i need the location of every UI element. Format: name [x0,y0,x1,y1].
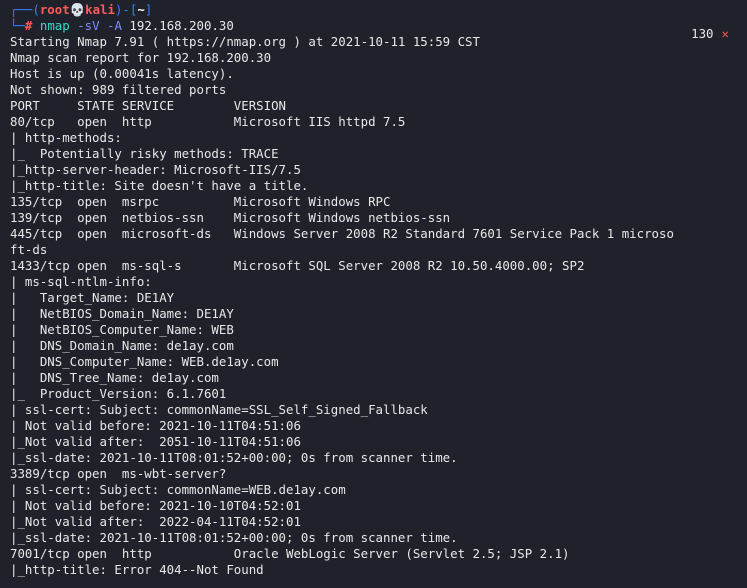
prompt-directory: ~ [137,2,145,17]
prompt-user: root [39,2,70,17]
command-output: Starting Nmap 7.91 ( https://nmap.org ) … [10,34,737,578]
output-line: |_ssl-date: 2021-10-11T08:01:52+00:00; 0… [10,530,458,545]
output-line: |_ssl-date: 2021-10-11T08:01:52+00:00; 0… [10,450,458,465]
prompt-host: kali [85,2,115,17]
output-line: | http-methods: [10,130,122,145]
output-line: 135/tcp open msrpc Microsoft Windows RPC [10,194,391,209]
output-line: | DNS_Tree_Name: de1ay.com [10,370,219,385]
terminal-window[interactable]: ┌──(root💀kali)-[~] └─# nmap -sV -A 192.1… [0,0,747,588]
prompt-header: ┌──(root💀kali)-[~] [10,2,153,17]
command-name: nmap [39,18,70,33]
output-line: Host is up (0.00041s latency). [10,66,234,81]
output-line: PORT STATE SERVICE VERSION [10,98,287,113]
output-line: 7001/tcp open http Oracle WebLogic Serve… [10,546,570,561]
output-line: ft-ds [10,242,48,257]
output-line: |_Not valid after: 2051-10-11T04:51:06 [10,434,301,449]
output-line: |_ Product_Version: 6.1.7601 [10,386,227,401]
output-line: Nmap scan report for 192.168.200.30 [10,50,272,65]
command-line[interactable]: └─# nmap -sV -A 192.168.200.30 [10,18,737,34]
terminal-content: ┌──(root💀kali)-[~] └─# nmap -sV -A 192.1… [10,2,737,578]
output-line: 1433/tcp open ms-sql-s Microsoft SQL Ser… [10,258,585,273]
output-line: | ssl-cert: Subject: commonName=SSL_Self… [10,402,428,417]
output-line: |_http-title: Error 404--Not Found [10,562,264,577]
output-line: | NetBIOS_Domain_Name: DE1AY [10,306,234,321]
output-line: |_Not valid after: 2022-04-11T04:52:01 [10,514,301,529]
output-line: | DNS_Domain_Name: de1ay.com [10,338,234,353]
output-line: 445/tcp open microsoft-ds Windows Server… [10,226,674,241]
output-line: | Target_Name: DE1AY [10,290,175,305]
output-line: | ssl-cert: Subject: commonName=WEB.de1a… [10,482,346,497]
output-line: |_http-title: Site doesn't have a title. [10,178,309,193]
output-line: | NetBIOS_Computer_Name: WEB [10,322,234,337]
output-line: | Not valid before: 2021-10-11T04:51:06 [10,418,301,433]
output-line: Not shown: 989 filtered ports [10,82,227,97]
exit-status: 130 ✕ [691,26,729,42]
skull-icon: 💀 [69,2,86,17]
output-line: 80/tcp open http Microsoft IIS httpd 7.5 [10,114,406,129]
output-line: | ms-sql-ntlm-info: [10,274,152,289]
output-line: Starting Nmap 7.91 ( https://nmap.org ) … [10,34,480,49]
output-line: |_http-server-header: Microsoft-IIS/7.5 [10,162,301,177]
output-line: | Not valid before: 2021-10-10T04:52:01 [10,498,301,513]
output-line: 3389/tcp open ms-wbt-server? [10,466,227,481]
command-target: 192.168.200.30 [129,18,234,33]
command-flags: -sV -A [77,18,122,33]
exit-code: 130 [691,26,714,41]
output-line: 139/tcp open netbios-ssn Microsoft Windo… [10,210,451,225]
prompt-symbol: # [24,18,33,33]
output-line: |_ Potentially risky methods: TRACE [10,146,279,161]
error-icon: ✕ [721,26,729,41]
output-line: | DNS_Computer_Name: WEB.de1ay.com [10,354,279,369]
